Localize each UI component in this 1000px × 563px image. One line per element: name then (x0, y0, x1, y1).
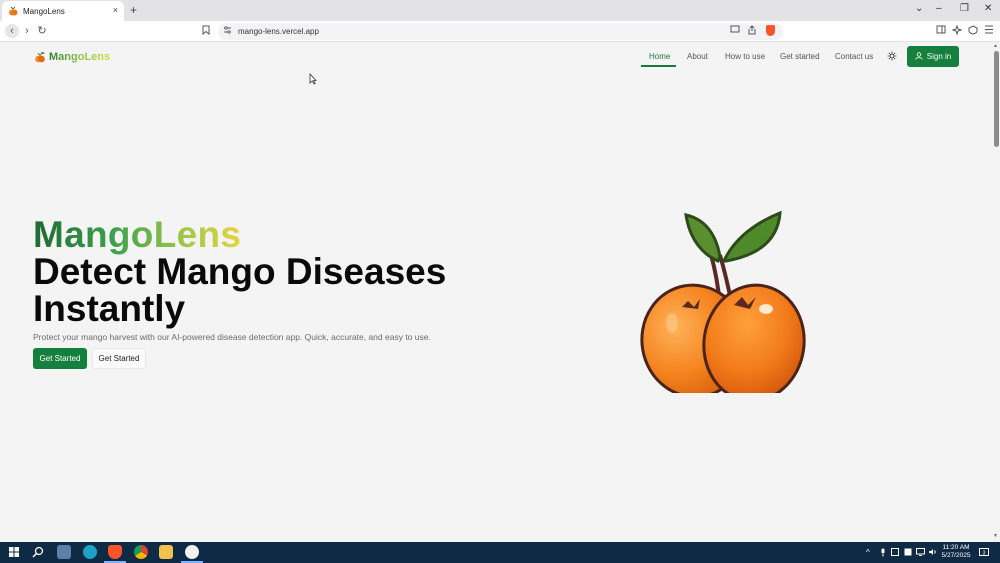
reload-button[interactable]: ↻ (35, 24, 49, 38)
scroll-up-icon[interactable]: ▲ (993, 43, 998, 49)
mango-favicon-icon (9, 6, 18, 16)
minimize-button[interactable]: – (936, 3, 942, 14)
hero-subtitle: Protect your mango harvest with our AI-p… (33, 332, 431, 342)
system-clock[interactable]: 11:20 AM 5/27/2025 (940, 544, 972, 560)
menu-icon[interactable] (984, 25, 994, 36)
scroll-down-icon[interactable]: ▼ (993, 533, 998, 539)
sun-icon[interactable] (887, 51, 897, 64)
address-bar[interactable]: mango-lens.vercel.app (218, 23, 783, 40)
mango-illustration (640, 210, 806, 393)
hero-title: Detect Mango Diseases Instantly (33, 251, 447, 329)
recording-app-icon[interactable] (185, 545, 199, 559)
file-explorer-icon[interactable] (159, 545, 173, 559)
forward-button[interactable]: › (20, 24, 34, 38)
clock-time: 11:20 AM (942, 544, 970, 551)
taskbar: ^ 11:20 AM 5/27/2025 3 (0, 542, 1000, 563)
wallet-icon[interactable] (968, 25, 978, 37)
tray-overflow-icon[interactable]: ^ (866, 548, 870, 557)
nav-home[interactable]: Home (649, 52, 670, 61)
search-icon[interactable] (31, 545, 45, 559)
site-info-icon[interactable] (223, 26, 232, 36)
share-icon[interactable] (747, 25, 757, 37)
brave-icon[interactable] (108, 545, 122, 559)
tray-app-icon[interactable] (891, 548, 899, 558)
mango-logo-icon (35, 52, 45, 63)
edge-icon[interactable] (83, 545, 97, 559)
notifications-icon[interactable]: 3 (979, 548, 989, 559)
clock-date: 5/27/2025 (941, 552, 971, 559)
tab-strip: MangoLens × + ⌄ – ❐ ✕ (0, 0, 1000, 21)
get-started-button[interactable]: Get Started (33, 348, 87, 369)
nav-get-started[interactable]: Get started (780, 52, 820, 61)
maximize-button[interactable]: ❐ (960, 3, 969, 14)
close-window-button[interactable]: ✕ (984, 3, 992, 14)
nav-active-indicator (641, 65, 676, 67)
brave-shields-icon[interactable] (766, 25, 775, 36)
sign-in-button[interactable]: Sign in (907, 46, 959, 67)
tab-title: MangoLens (23, 6, 65, 16)
tab-close-button[interactable]: × (113, 5, 118, 15)
browser-tab[interactable]: MangoLens × (2, 1, 124, 21)
scrollbar-thumb[interactable] (994, 51, 999, 147)
chrome-icon[interactable] (134, 545, 148, 559)
hero-kicker: MangoLens (33, 214, 242, 255)
page-scrollbar[interactable]: ▲ ▼ (992, 43, 1000, 542)
url-text: mango-lens.vercel.app (238, 27, 319, 36)
mouse-cursor-icon (309, 73, 317, 85)
microphone-icon[interactable] (880, 548, 886, 559)
sign-in-label: Sign in (926, 52, 952, 61)
task-view-icon[interactable] (57, 545, 71, 559)
bookmark-icon[interactable] (202, 25, 210, 38)
start-icon[interactable] (7, 545, 21, 559)
new-tab-button[interactable]: + (130, 3, 137, 17)
back-button[interactable]: ‹ (5, 24, 19, 38)
leo-ai-icon[interactable] (951, 24, 963, 37)
brand-name: MangoLens (49, 51, 111, 63)
nav-about[interactable]: About (687, 52, 708, 61)
user-icon (915, 51, 923, 62)
site-logo[interactable]: MangoLens (34, 51, 110, 63)
get-started-secondary-button[interactable]: Get Started (92, 348, 146, 369)
notification-count: 3 (983, 550, 986, 556)
cast-icon[interactable] (730, 25, 740, 36)
volume-icon[interactable] (928, 548, 937, 558)
sidebar-icon[interactable] (936, 25, 946, 36)
nav-how-to-use[interactable]: How to use (725, 52, 765, 61)
nav-contact-us[interactable]: Contact us (835, 52, 873, 61)
browser-toolbar: ‹ › ↻ mango-lens.vercel.app (0, 21, 1000, 42)
network-icon[interactable] (916, 548, 925, 558)
web-page: MangoLens Home About How to use Get star… (0, 43, 992, 542)
tab-search-button[interactable]: ⌄ (915, 3, 923, 14)
tray-app-icon-2[interactable] (904, 548, 912, 558)
